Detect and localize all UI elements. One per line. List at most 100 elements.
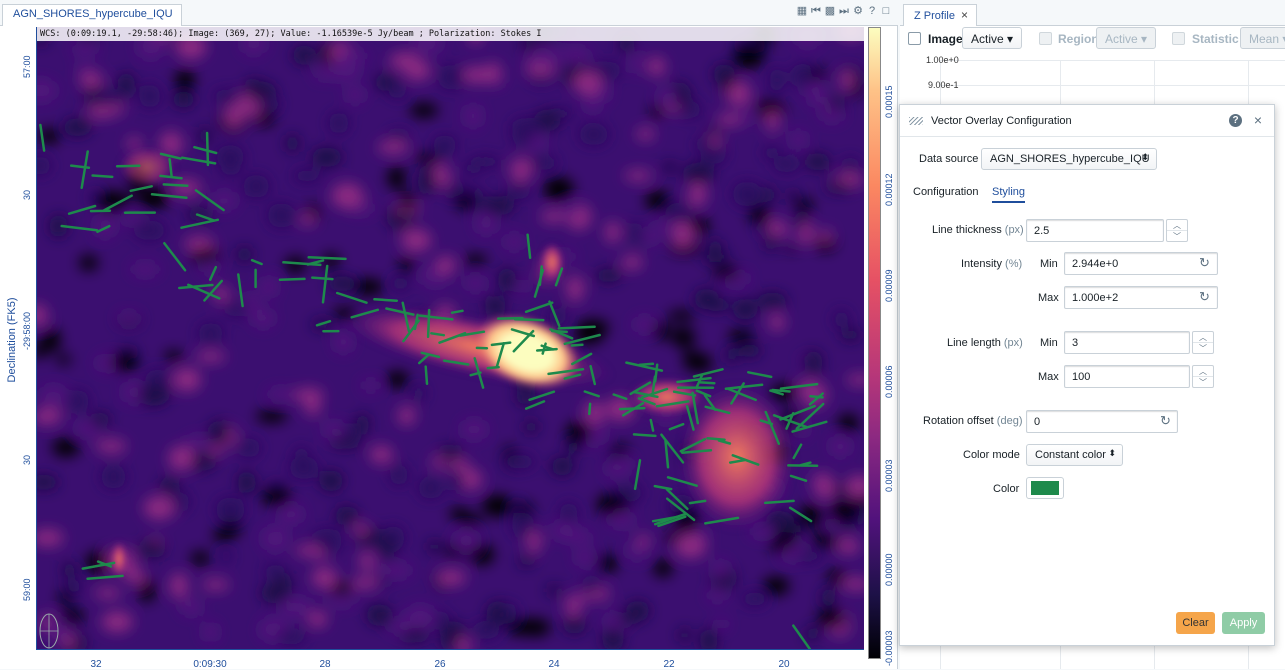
reset-icon[interactable]: ↻ <box>1199 255 1210 271</box>
noise-blob <box>507 183 530 199</box>
noise-blob <box>245 82 276 101</box>
noise-blob <box>208 420 230 446</box>
noise-blob <box>688 183 706 207</box>
noise-blob <box>295 545 322 556</box>
line-length-max-input[interactable]: 100 <box>1064 365 1190 388</box>
noise-blob <box>293 170 322 182</box>
statistic-select[interactable]: Mean ▾ <box>1240 27 1285 49</box>
close-icon[interactable]: × <box>961 8 968 22</box>
noise-blob <box>449 469 464 493</box>
noise-blob <box>810 95 833 108</box>
noise-blob <box>769 67 784 92</box>
region-checkbox[interactable] <box>1039 32 1052 45</box>
noise-blob <box>52 438 80 457</box>
line-length-min-input[interactable]: 3 <box>1064 331 1190 354</box>
help-icon[interactable]: ? <box>1229 114 1242 127</box>
noise-blob <box>71 43 99 55</box>
noise-blob <box>139 578 154 602</box>
data-source-select[interactable]: AGN_SHORES_hypercube_IQU⬍ <box>981 148 1157 170</box>
region-label: Region <box>1058 32 1099 46</box>
help-icon[interactable]: ? <box>866 5 878 17</box>
last-frame-icon[interactable]: ⏭ <box>838 5 850 17</box>
noise-blob <box>111 354 139 372</box>
dialog-header[interactable]: Vector Overlay Configuration ? × <box>900 105 1274 137</box>
noise-blob <box>801 222 814 246</box>
noise-blob <box>352 577 378 589</box>
line-length-label: Line length (px) <box>947 337 1023 349</box>
intensity-min-input[interactable]: 2.944e+0 <box>1064 252 1218 275</box>
noise-blob <box>517 557 535 567</box>
noise-blob <box>293 45 316 65</box>
line-thickness-stepper[interactable]: ︿﹀ <box>1166 219 1188 242</box>
noise-blob <box>524 420 539 434</box>
noise-blob <box>790 130 807 148</box>
rotation-offset-input[interactable]: 0 <box>1026 410 1178 433</box>
line-length-max-stepper[interactable]: ︿﹀ <box>1192 365 1214 388</box>
tab-styling[interactable]: Styling <box>992 186 1025 203</box>
noise-blob <box>57 355 71 365</box>
polarization-vector <box>701 382 715 383</box>
noise-blob <box>726 347 738 364</box>
line-thickness-input[interactable]: 2.5 <box>1026 219 1164 242</box>
grid-layout-icon[interactable]: ▦ <box>796 5 808 17</box>
noise-blob <box>366 604 392 626</box>
image-checkbox[interactable] <box>908 32 921 45</box>
noise-blob <box>212 191 237 211</box>
tab-configuration[interactable]: Configuration <box>913 186 978 198</box>
noise-blob <box>671 328 696 347</box>
region-select[interactable]: Active ▾ <box>1096 27 1156 49</box>
noise-blob <box>544 177 574 201</box>
noise-blob <box>398 406 415 425</box>
color-mode-select[interactable]: Constant color⬍ <box>1026 444 1123 466</box>
noise-blob <box>633 316 655 333</box>
noise-blob <box>701 251 730 262</box>
polarization-vector <box>773 390 790 392</box>
noise-blob <box>595 269 621 283</box>
tile-layout-icon[interactable]: ▩ <box>824 5 836 17</box>
noise-blob <box>465 275 486 292</box>
vector-overlay-dialog: Vector Overlay Configuration ? × Data so… <box>899 104 1275 646</box>
first-frame-icon[interactable]: ⏮ <box>810 5 822 17</box>
intensity-max-label: Max <box>1038 292 1059 304</box>
clear-button[interactable]: Clear <box>1176 612 1215 634</box>
intensity-min-label: Min <box>1040 258 1058 270</box>
image-select[interactable]: Active ▾ <box>962 27 1022 49</box>
line-length-min-stepper[interactable]: ︿﹀ <box>1192 331 1214 354</box>
maximize-icon[interactable]: □ <box>880 5 892 17</box>
noise-blob <box>39 386 67 405</box>
color-picker-button[interactable] <box>1026 477 1064 499</box>
x-tick: 22 <box>663 659 674 670</box>
caret-updown-icon: ⬍ <box>1108 448 1116 459</box>
noise-blob <box>118 72 135 95</box>
noise-blob <box>415 153 442 163</box>
noise-blob <box>418 477 443 498</box>
image-canvas[interactable] <box>37 27 864 649</box>
noise-blob <box>795 199 813 212</box>
noise-blob <box>707 298 729 312</box>
noise-blob <box>191 551 210 566</box>
noise-blob <box>776 531 798 547</box>
noise-blob <box>465 255 487 267</box>
noise-blob <box>464 104 482 128</box>
x-axis-line <box>37 649 864 650</box>
statistic-checkbox[interactable] <box>1172 32 1185 45</box>
x-tick: 0:09:30 <box>193 659 226 670</box>
noise-blob <box>824 182 852 193</box>
reset-icon[interactable]: ↻ <box>1199 289 1210 305</box>
close-icon[interactable]: × <box>1254 112 1262 128</box>
noise-blob <box>767 111 780 133</box>
noise-blob <box>138 188 169 209</box>
noise-blob <box>486 62 501 83</box>
polarization-vector <box>589 404 590 414</box>
tab-z-profile[interactable]: Z Profile× <box>903 4 977 26</box>
noise-blob <box>61 635 75 648</box>
polarization-vector <box>559 327 595 329</box>
tab-image-viewer[interactable]: AGN_SHORES_hypercube_IQU <box>2 4 182 26</box>
colorbar <box>868 27 881 659</box>
intensity-max-input[interactable]: 1.000e+2 <box>1064 286 1218 309</box>
reset-icon[interactable]: ↻ <box>1160 413 1171 429</box>
drag-grip-icon[interactable] <box>909 117 923 125</box>
gear-icon[interactable]: ⚙ <box>852 5 864 17</box>
noise-blob <box>169 446 194 470</box>
apply-button[interactable]: Apply <box>1222 612 1265 634</box>
